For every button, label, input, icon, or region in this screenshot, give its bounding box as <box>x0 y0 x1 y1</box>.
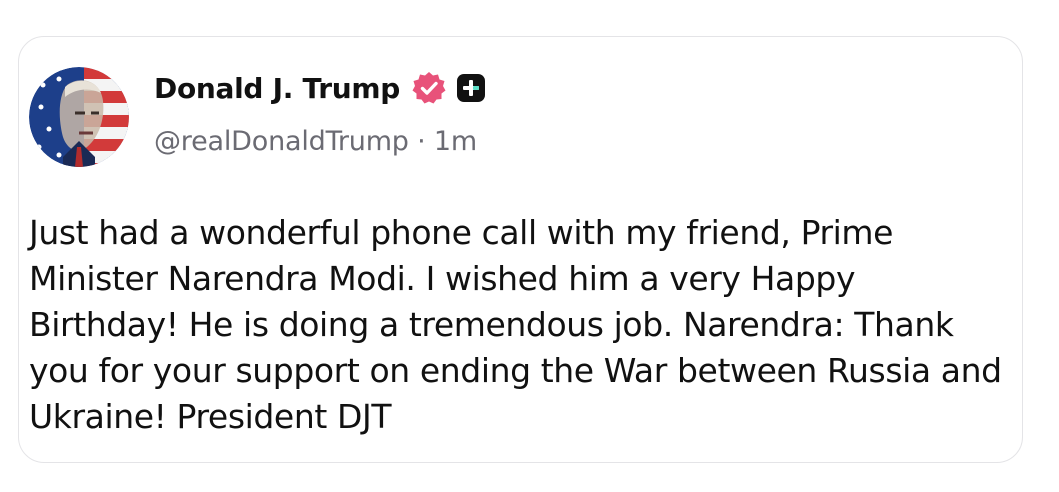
avatar[interactable] <box>29 67 129 167</box>
avatar-image <box>29 67 129 167</box>
post-card[interactable]: Donald J. Trump @realDonaldTrump · 1m Ju… <box>18 36 1023 463</box>
author-row: Donald J. Trump <box>154 68 486 108</box>
post-body: Just had a wonderful phone call with my … <box>29 213 1002 436</box>
post-timestamp[interactable]: 1m <box>434 126 477 157</box>
author-meta: @realDonaldTrump · 1m <box>154 126 477 157</box>
verified-badge-icon <box>412 71 446 105</box>
meta-separator: · <box>408 126 434 157</box>
truth-plus-icon <box>456 73 486 103</box>
author-handle[interactable]: @realDonaldTrump <box>154 126 409 157</box>
author-display-name[interactable]: Donald J. Trump <box>154 72 400 105</box>
